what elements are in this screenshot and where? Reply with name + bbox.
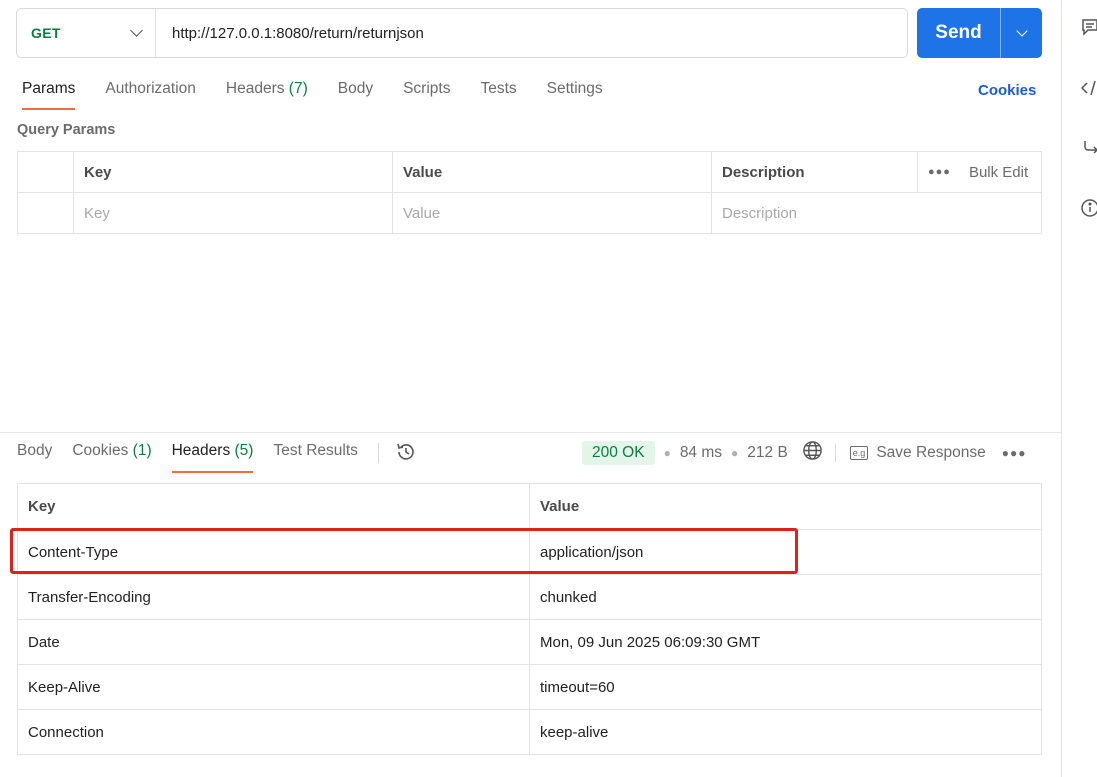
tab-response-headers[interactable]: Headers (5) bbox=[171, 442, 254, 473]
request-tabs: Params Authorization Headers (7) Body Sc… bbox=[22, 80, 633, 110]
divider bbox=[377, 443, 379, 463]
tab-label: Tests bbox=[480, 80, 517, 97]
related-icon[interactable] bbox=[1080, 138, 1097, 162]
history-icon[interactable] bbox=[395, 441, 417, 467]
tab-settings[interactable]: Settings bbox=[547, 80, 603, 110]
separator-dot: ● bbox=[731, 446, 739, 460]
code-icon[interactable] bbox=[1080, 78, 1097, 102]
url-input[interactable] bbox=[156, 9, 907, 57]
status-badge[interactable]: 200 OK bbox=[582, 441, 655, 465]
header-value: application/json bbox=[529, 529, 1042, 575]
value-input[interactable]: Value bbox=[392, 192, 712, 234]
column-header-key: Key bbox=[17, 483, 530, 530]
table-header-row: Key Value Description ●●● Bulk Edit bbox=[17, 151, 1042, 193]
tab-label: Headers bbox=[225, 80, 285, 97]
sidebar-divider bbox=[1061, 0, 1062, 777]
more-icon[interactable]: ●●● bbox=[1002, 446, 1027, 460]
globe-icon[interactable] bbox=[802, 440, 823, 466]
tab-label: Cookies bbox=[72, 442, 129, 459]
tab-authorization[interactable]: Authorization bbox=[105, 80, 195, 110]
tab-label: Scripts bbox=[403, 80, 451, 97]
chevron-down-icon bbox=[130, 24, 143, 37]
header-key: Date bbox=[17, 619, 530, 665]
table-row: Transfer-Encoding chunked bbox=[17, 574, 1042, 620]
comment-icon[interactable] bbox=[1080, 17, 1097, 41]
header-key: Content-Type bbox=[17, 529, 530, 575]
tab-label: Headers bbox=[171, 442, 231, 459]
save-response-button[interactable]: e.g Save Response bbox=[849, 444, 986, 462]
method-select[interactable]: GET bbox=[17, 9, 156, 57]
tab-label: Settings bbox=[546, 80, 603, 97]
description-input[interactable]: Description bbox=[711, 192, 1042, 234]
tab-headers[interactable]: Headers (7) bbox=[226, 80, 308, 110]
tab-response-body[interactable]: Body bbox=[17, 442, 52, 473]
table-row: Key Value Description bbox=[17, 192, 1042, 234]
checkbox-column bbox=[17, 151, 74, 193]
bulk-edit-cell: ●●● Bulk Edit bbox=[917, 151, 1042, 193]
key-input[interactable]: Key bbox=[73, 192, 393, 234]
tab-label: Authorization bbox=[105, 80, 196, 97]
header-value: timeout=60 bbox=[529, 664, 1042, 710]
chevron-down-icon bbox=[1015, 24, 1028, 37]
header-value: Mon, 09 Jun 2025 06:09:30 GMT bbox=[529, 619, 1042, 665]
header-value: keep-alive bbox=[529, 709, 1042, 755]
tab-tests[interactable]: Tests bbox=[480, 80, 516, 110]
tab-scripts[interactable]: Scripts bbox=[403, 80, 450, 110]
tab-response-cookies[interactable]: Cookies (1) bbox=[72, 442, 151, 473]
row-checkbox-cell bbox=[17, 192, 74, 234]
header-key: Keep-Alive bbox=[17, 664, 530, 710]
column-header-value: Value bbox=[392, 151, 712, 193]
info-icon[interactable] bbox=[1080, 198, 1097, 222]
save-response-label: Save Response bbox=[876, 444, 986, 461]
separator-dot: ● bbox=[663, 446, 671, 460]
cookies-link[interactable]: Cookies bbox=[978, 82, 1036, 99]
tab-label: Params bbox=[22, 80, 76, 97]
header-key: Connection bbox=[17, 709, 530, 755]
response-headers-table: Key Value Content-Type application/json … bbox=[17, 483, 1042, 755]
table-header-row: Key Value bbox=[17, 483, 1042, 530]
bulk-edit-button[interactable]: Bulk Edit bbox=[969, 164, 1028, 181]
request-url-bar: GET bbox=[16, 8, 908, 58]
column-header-key: Key bbox=[73, 151, 393, 193]
example-icon: e.g bbox=[849, 446, 869, 460]
table-row: Connection keep-alive bbox=[17, 709, 1042, 755]
send-button-group: Send bbox=[917, 8, 1042, 58]
header-key: Transfer-Encoding bbox=[17, 574, 530, 620]
tab-count: (5) bbox=[234, 442, 254, 459]
divider bbox=[834, 444, 836, 462]
tab-count: (7) bbox=[288, 80, 308, 97]
table-row: Date Mon, 09 Jun 2025 06:09:30 GMT bbox=[17, 619, 1042, 665]
tab-params[interactable]: Params bbox=[22, 80, 76, 110]
pane-divider[interactable] bbox=[0, 432, 1061, 433]
tab-label: Body bbox=[17, 442, 53, 459]
send-dropdown-button[interactable] bbox=[1001, 8, 1042, 58]
tab-test-results[interactable]: Test Results bbox=[273, 442, 357, 473]
column-header-description: Description bbox=[711, 151, 918, 193]
column-header-value: Value bbox=[529, 483, 1042, 530]
method-label: GET bbox=[31, 25, 61, 41]
tab-label: Test Results bbox=[273, 442, 358, 459]
tab-body[interactable]: Body bbox=[338, 80, 373, 110]
response-meta: 200 OK ● 84 ms ● 212 B e.g Save Response… bbox=[582, 440, 1027, 466]
table-row: Content-Type application/json bbox=[17, 529, 1042, 575]
table-row: Keep-Alive timeout=60 bbox=[17, 664, 1042, 710]
send-button[interactable]: Send bbox=[917, 8, 1001, 58]
header-value: chunked bbox=[529, 574, 1042, 620]
response-time[interactable]: 84 ms bbox=[680, 444, 722, 462]
response-size[interactable]: 212 B bbox=[747, 444, 788, 462]
tab-count: (1) bbox=[132, 442, 152, 459]
response-tabs: Body Cookies (1) Headers (5) Test Result… bbox=[17, 442, 417, 473]
more-icon[interactable]: ●●● bbox=[928, 166, 951, 178]
tab-label: Body bbox=[337, 80, 374, 97]
query-params-title: Query Params bbox=[17, 122, 116, 138]
query-params-table: Key Value Description ●●● Bulk Edit Key … bbox=[17, 151, 1042, 234]
